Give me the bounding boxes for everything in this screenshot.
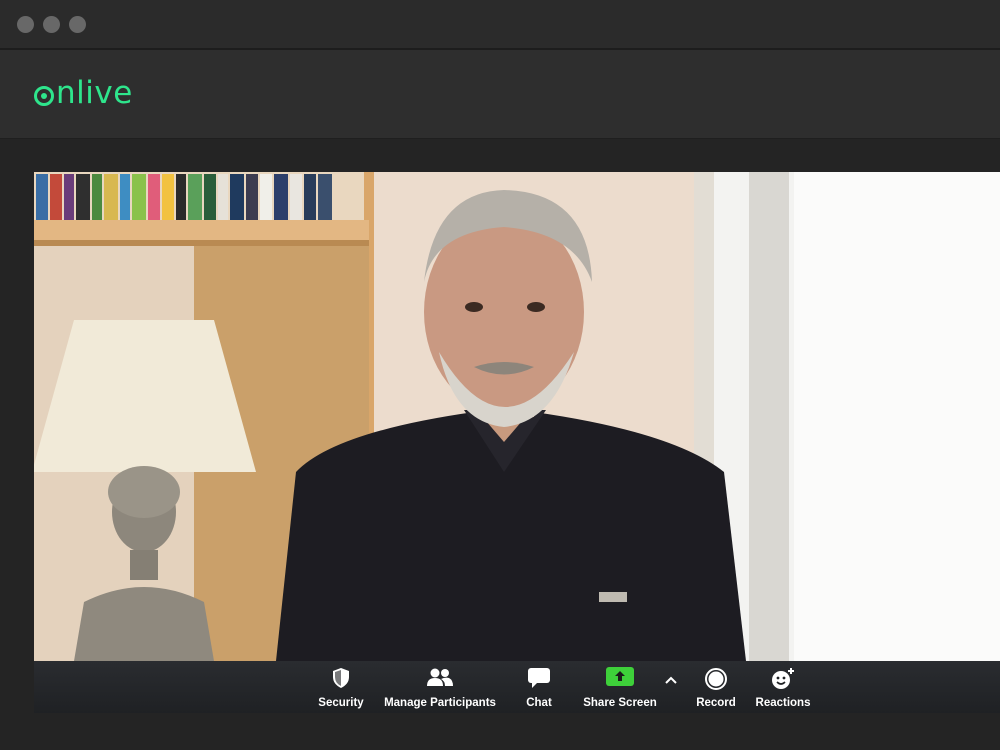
chat-bubble-icon [527, 667, 551, 692]
window-titlebar [0, 0, 1000, 50]
shield-icon [331, 667, 351, 692]
video-scene [34, 172, 1000, 661]
smiley-add-icon [770, 667, 796, 694]
window-minimize-button[interactable] [43, 16, 60, 33]
record-button[interactable]: Record [694, 661, 738, 713]
books [36, 174, 332, 220]
manage-participants-label: Manage Participants [384, 697, 496, 709]
share-screen-icon [606, 667, 634, 690]
security-button[interactable]: Security [316, 661, 366, 713]
chat-label: Chat [526, 697, 552, 709]
share-screen-button[interactable]: Share Screen [582, 661, 658, 713]
manage-participants-button[interactable]: Manage Participants [384, 661, 496, 713]
record-label: Record [696, 697, 736, 709]
people-icon [426, 667, 454, 690]
window-maximize-button[interactable] [69, 16, 86, 33]
meeting-toolbar: Security Manage Participants Chat Share … [34, 661, 1000, 713]
security-label: Security [318, 697, 364, 709]
reactions-label: Reactions [755, 697, 811, 709]
record-icon [704, 667, 728, 694]
share-options-button[interactable] [660, 661, 682, 713]
participant-video[interactable] [34, 172, 1000, 661]
reactions-button[interactable]: Reactions [754, 661, 812, 713]
app-header: nlive [0, 50, 1000, 139]
logo-text: nlive [56, 75, 133, 111]
share-screen-label: Share Screen [583, 697, 657, 709]
logo-o-icon [34, 86, 54, 106]
chevron-up-icon [664, 675, 678, 688]
app-logo: nlive [34, 73, 133, 113]
chat-button[interactable]: Chat [519, 661, 559, 713]
window-close-button[interactable] [17, 16, 34, 33]
